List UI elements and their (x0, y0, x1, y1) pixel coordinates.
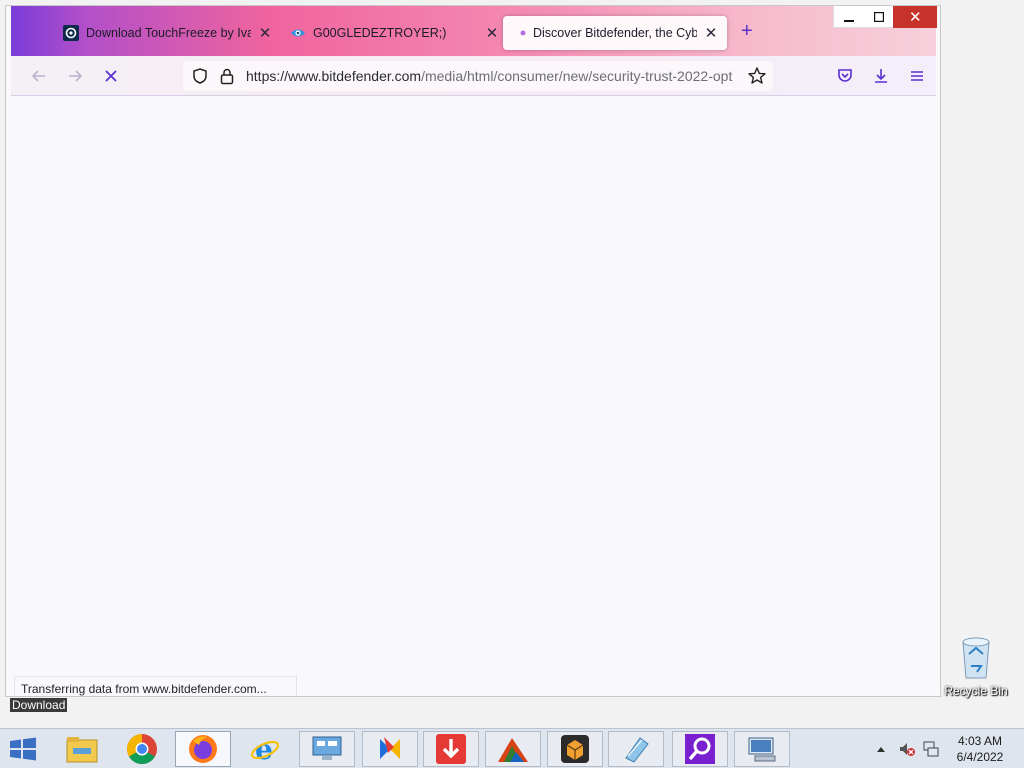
taskbar-remote-desktop[interactable] (734, 731, 790, 767)
clock-date: 6/4/2022 (956, 750, 1004, 764)
close-tab-icon[interactable]: ✕ (484, 24, 500, 42)
forward-arrow-icon (69, 70, 83, 82)
clock-time: 4:03 AM (957, 734, 1003, 748)
taskbar-virtualbox[interactable] (547, 731, 603, 767)
tab-bitdefender[interactable]: Discover Bitdefender, the Cyber ✕ (503, 16, 727, 50)
file-explorer-icon (66, 737, 98, 763)
taskbar-internet-explorer[interactable]: e (237, 731, 293, 767)
taskbar-download-manager[interactable] (423, 731, 479, 767)
tab-touchfreeze[interactable]: Download TouchFreeze by Ivan ✕ (63, 16, 273, 50)
stop-loading-button[interactable] (99, 64, 123, 88)
taskbar-network-monitor[interactable] (299, 731, 355, 767)
download-arrow-icon (436, 734, 466, 764)
network-icon[interactable] (922, 740, 940, 758)
back-arrow-icon (31, 70, 45, 82)
recycle-bin-label: Recycle Bin (944, 684, 1008, 698)
app-menu-button[interactable] (905, 64, 929, 88)
forward-button[interactable] (63, 64, 87, 88)
navigation-toolbar: https://www.bitdefender.com/media/html/c… (11, 56, 936, 96)
close-window-button[interactable]: ✕ (893, 6, 938, 28)
address-bar[interactable]: https://www.bitdefender.com/media/html/c… (183, 61, 773, 91)
shield-icon[interactable] (191, 67, 209, 85)
downloads-button[interactable] (869, 64, 893, 88)
show-hidden-icons-icon[interactable] (876, 745, 886, 753)
firefox-window: Download TouchFreeze by Ivan ✕ G00GLEDEZ… (5, 5, 941, 697)
app-icon (380, 737, 400, 759)
tab-title: G00GLEDEZTROYER;) (313, 26, 447, 40)
bookmark-star-icon[interactable] (747, 66, 767, 86)
taskbar-search-app[interactable] (672, 731, 728, 767)
taskbar-notepad[interactable] (608, 731, 664, 767)
pocket-button[interactable] (833, 64, 857, 88)
download-icon (875, 69, 887, 83)
stop-icon (105, 70, 117, 82)
taskbar-clock[interactable]: 4:03 AM 6/4/2022 (944, 733, 1016, 765)
touchfreeze-favicon-icon (63, 25, 79, 41)
window-controls: ✕ (833, 6, 938, 28)
new-tab-button[interactable]: + (741, 20, 753, 43)
volume-muted-icon[interactable] (898, 740, 916, 758)
taskbar-avg[interactable] (485, 731, 541, 767)
url-domain: https://www.bitdefender.com (246, 68, 422, 84)
virtualbox-icon (561, 735, 589, 763)
svg-text:e: e (255, 733, 273, 765)
taskbar-firefox[interactable] (175, 731, 231, 767)
remote-desktop-icon (748, 737, 776, 762)
taskbar-chrome[interactable] (114, 731, 170, 767)
tab-title: Download TouchFreeze by Ivan (86, 26, 251, 40)
close-tab-icon[interactable]: ✕ (257, 24, 273, 42)
lock-icon[interactable] (219, 67, 235, 85)
url-path: /media/html/consumer/new/security-trust-… (421, 68, 733, 84)
windows-start-icon[interactable] (8, 737, 38, 761)
chrome-icon (126, 734, 157, 765)
notepad-icon (625, 737, 649, 763)
status-panel: Transferring data from www.bitdefender.c… (14, 676, 297, 696)
page-content[interactable] (6, 96, 940, 696)
tab-googledeztroyer[interactable]: G00GLEDEZTROYER;) ✕ (290, 16, 500, 50)
taskbar-app[interactable] (362, 731, 418, 767)
minimize-icon (843, 20, 854, 22)
maximize-icon (873, 12, 884, 22)
search-app-icon (685, 734, 715, 764)
recycle-bin[interactable]: Recycle Bin (942, 632, 1010, 698)
internet-explorer-icon: e (250, 733, 280, 765)
pocket-icon (838, 69, 852, 82)
loading-dot-icon (520, 30, 526, 36)
recycle-bin-icon (962, 637, 990, 679)
firefox-icon (189, 735, 217, 763)
close-icon: ✕ (908, 9, 922, 26)
tab-strip: Download TouchFreeze by Ivan ✕ G00GLEDEZ… (11, 6, 936, 56)
winrar-icon (498, 738, 528, 762)
minimize-button[interactable] (834, 6, 864, 28)
maximize-button[interactable] (864, 6, 894, 28)
url-text: https://www.bitdefender.com/media/html/c… (246, 68, 740, 84)
network-monitor-icon (312, 736, 342, 760)
tab-title: Discover Bitdefender, the Cyber (533, 26, 697, 40)
taskbar-file-explorer[interactable] (54, 731, 110, 767)
close-tab-icon[interactable]: ✕ (703, 24, 719, 42)
hamburger-menu-icon (911, 71, 923, 81)
back-button[interactable] (27, 64, 51, 88)
taskbar: e 4:03 AM 6/4/2022 (0, 728, 1024, 768)
desktop-download-label[interactable]: Download (10, 698, 68, 712)
eye-favicon-icon (291, 29, 305, 37)
